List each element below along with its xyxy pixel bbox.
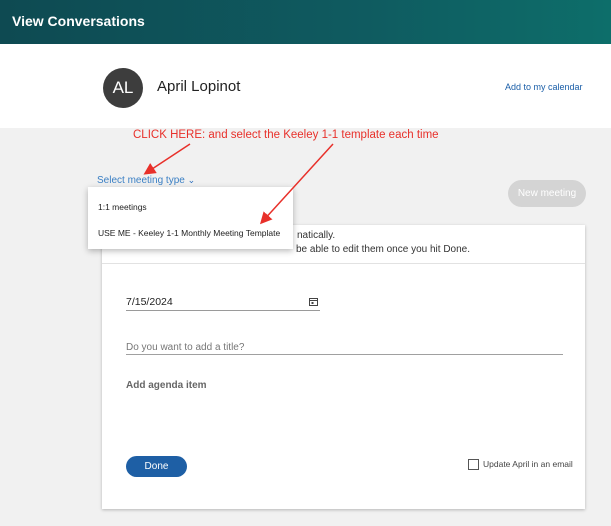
add-agenda-item[interactable]: Add agenda item [126,380,207,391]
menu-item-keeley-template[interactable]: USE ME - Keeley 1-1 Monthly Meeting Temp… [98,228,280,238]
done-button[interactable]: Done [126,456,187,477]
new-meeting-button[interactable]: New meeting [508,180,586,207]
update-email-label: Update April in an email [483,459,573,469]
app-header: View Conversations [0,0,611,44]
select-meeting-type-label: Select meeting type [97,175,185,186]
meeting-date-field[interactable]: 7/15/2024 [126,296,173,308]
chevron-down-icon: ⌄ [187,175,196,185]
meeting-title-input[interactable] [126,340,562,354]
meeting-type-menu [88,187,293,249]
add-to-calendar-link[interactable]: Add to my calendar [505,82,583,92]
notes-info-line-1: natically. [297,230,336,241]
header-title: View Conversations [12,13,145,29]
update-email-checkbox[interactable] [468,459,479,470]
date-underline [126,310,320,311]
avatar: AL [103,68,143,108]
card-divider [102,263,585,264]
calendar-icon[interactable] [309,297,318,306]
notes-info-line-2: be able to edit them once you hit Done. [296,244,471,255]
select-meeting-type-dropdown[interactable]: Select meeting type ⌄ [97,175,195,186]
instruction-annotation: CLICK HERE: and select the Keeley 1-1 te… [133,129,439,141]
person-name: April Lopinot [157,78,241,95]
title-underline [126,354,563,355]
menu-item-1-1-meetings[interactable]: 1:1 meetings [98,202,147,212]
